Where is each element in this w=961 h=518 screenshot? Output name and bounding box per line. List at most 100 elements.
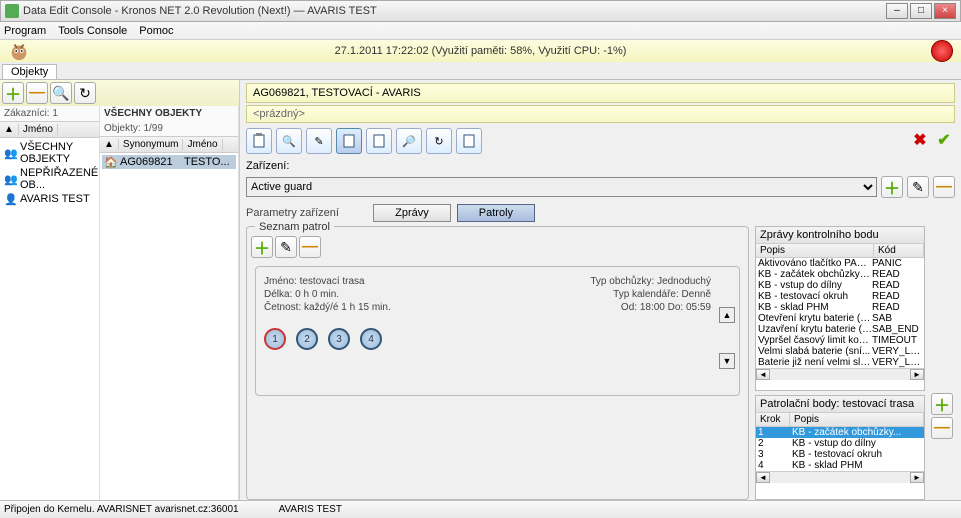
status-test: AVARIS TEST	[279, 504, 342, 515]
objects-count: Objekty: 1/99	[100, 121, 238, 136]
status-text: 27.1.2011 17:22:02 (Využití paměti: 58%,…	[335, 45, 627, 57]
message-row[interactable]: Uzavření krytu baterie (d...SAB_END	[756, 324, 924, 335]
object-subtitle: <prázdný>	[246, 105, 955, 123]
message-row[interactable]: Aktivováno tlačítko PANI...PANIC	[756, 258, 924, 269]
message-row[interactable]: KB - vstup do dílnyREAD	[756, 280, 924, 291]
col-syn[interactable]: Synonymum	[123, 139, 184, 150]
main-tabs: Objekty	[0, 62, 961, 80]
points-col-krok[interactable]: Krok	[756, 413, 790, 426]
patrol-node-2[interactable]: 2	[296, 328, 318, 350]
points-title: Patrolační body: testovací trasa	[756, 396, 924, 413]
statusbar: Připojen do Kernelu. AVARISNET avarisnet…	[0, 500, 961, 518]
patrol-edit[interactable]: ✎	[275, 236, 297, 258]
tab-objekty[interactable]: Objekty	[2, 64, 57, 79]
owl-icon	[8, 40, 30, 62]
app-icon	[5, 4, 19, 18]
tool-search[interactable]: 🔍	[276, 128, 302, 154]
main-toolbar: 🔍 ✎ 🔎 ↻ ✖ ✔	[246, 126, 955, 156]
scroll-right[interactable]: ►	[910, 369, 924, 380]
point-row[interactable]: 1KB - začátek obchůzky...	[756, 427, 924, 438]
message-row[interactable]: Otevření krytu baterie (a...SAB	[756, 313, 924, 324]
minimize-button[interactable]: –	[886, 3, 908, 19]
tool-clipboard2[interactable]	[336, 128, 362, 154]
patrol-down[interactable]: ▼	[719, 353, 735, 369]
device-remove[interactable]: —	[933, 176, 955, 198]
points-col-popis[interactable]: Popis	[790, 413, 924, 426]
confirm-button[interactable]: ✔	[933, 130, 955, 152]
tool-clipboard1[interactable]	[246, 128, 272, 154]
scroll-track[interactable]	[770, 369, 910, 380]
point-row[interactable]: 4KB - sklad PHM	[756, 460, 924, 471]
menubar: Program Tools Console Pomoc	[0, 22, 961, 40]
col-sort-icon[interactable]: ▲	[4, 124, 19, 135]
cancel-button[interactable]: ✖	[909, 130, 931, 152]
menu-help[interactable]: Pomoc	[139, 25, 173, 37]
tab-zpravy[interactable]: Zprávy	[373, 204, 451, 222]
col-name2[interactable]: Jméno	[187, 139, 222, 150]
messages-col-kod[interactable]: Kód	[874, 244, 924, 257]
tool-zoom[interactable]: 🔎	[396, 128, 422, 154]
patrol-remove[interactable]: —	[299, 236, 321, 258]
alarm-button[interactable]	[931, 40, 953, 62]
device-label: Zařízení:	[246, 160, 306, 172]
tool-edit[interactable]: ✎	[306, 128, 332, 154]
col-name[interactable]: Jméno	[23, 124, 58, 135]
tree-avaris[interactable]: 👤AVARIS TEST	[2, 192, 97, 206]
add-button[interactable]: ＋	[2, 82, 24, 104]
person-icon: 👤	[4, 193, 16, 205]
patrol-node-1[interactable]: 1	[264, 328, 286, 350]
point-add[interactable]: ＋	[931, 393, 953, 415]
right-panel: AG069821, TESTOVACÍ - AVARIS <prázdný> 🔍…	[240, 80, 961, 500]
message-row[interactable]: Vypršel časový limit kont...TIMEOUT	[756, 335, 924, 346]
tab-params[interactable]: Parametry zařízení	[246, 207, 339, 219]
points-panel: Patrolační body: testovací trasa KrokPop…	[755, 395, 925, 500]
maximize-button[interactable]: □	[910, 3, 932, 19]
col-sort-icon2[interactable]: ▲	[104, 139, 119, 150]
message-row[interactable]: Velmi slabá baterie (sní...VERY_LOW	[756, 346, 924, 357]
home-icon: 🏠	[104, 156, 116, 168]
customers-count: Zákazníci: 1	[0, 106, 99, 121]
point-remove[interactable]: —	[931, 417, 953, 439]
left-panel: ＋ — 🔍 ↻ Zákazníci: 1 ▲Jméno 👥VŠECHNY OBJ…	[0, 80, 240, 500]
tool-clipboard3[interactable]	[366, 128, 392, 154]
point-row[interactable]: 2KB - vstup do dílny	[756, 438, 924, 449]
remove-button[interactable]: —	[26, 82, 48, 104]
all-objects-label: VŠECHNY OBJEKTY	[104, 108, 202, 119]
tool-clipboard4[interactable]	[456, 128, 482, 154]
scroll-left[interactable]: ◄	[756, 369, 770, 380]
scroll-track2[interactable]	[770, 472, 910, 483]
scroll-left2[interactable]: ◄	[756, 472, 770, 483]
messages-title: Zprávy kontrolního bodu	[756, 227, 924, 244]
tab-patroly[interactable]: Patroly	[457, 204, 535, 222]
tree-unassigned[interactable]: 👥NEPŘIŘAZENÉ OB...	[2, 166, 97, 192]
scroll-right2[interactable]: ►	[910, 472, 924, 483]
menu-program[interactable]: Program	[4, 25, 46, 37]
menu-tools[interactable]: Tools Console	[58, 25, 127, 37]
patrol-list-title: Seznam patrol	[255, 220, 334, 234]
message-row[interactable]: Baterie již není velmi slabáVERY_LOW	[756, 357, 924, 368]
window-title: Data Edit Console - Kronos NET 2.0 Revol…	[23, 5, 886, 17]
object-title: AG069821, TESTOVACÍ - AVARIS	[246, 83, 955, 103]
search-button[interactable]: 🔍	[50, 82, 72, 104]
refresh-button[interactable]: ↻	[74, 82, 96, 104]
close-button[interactable]: ×	[934, 3, 956, 19]
device-select[interactable]: Active guard	[246, 177, 877, 197]
patrol-up[interactable]: ▲	[719, 307, 735, 323]
message-row[interactable]: KB - sklad PHMREAD	[756, 302, 924, 313]
point-row[interactable]: 3KB - testovací okruh	[756, 449, 924, 460]
group-icon: 👥	[4, 147, 16, 159]
device-add[interactable]: ＋	[881, 176, 903, 198]
device-edit[interactable]: ✎	[907, 176, 929, 198]
patrol-node-3[interactable]: 3	[328, 328, 350, 350]
tool-refresh[interactable]: ↻	[426, 128, 452, 154]
refresh-icon: ↻	[79, 85, 91, 102]
patrol-card[interactable]: Jméno: testovací trasa Délka: 0 h 0 min.…	[255, 266, 740, 396]
patrol-node-4[interactable]: 4	[360, 328, 382, 350]
search-icon: 🔍	[52, 85, 69, 102]
message-row[interactable]: KB - začátek obchůzky (v...READ	[756, 269, 924, 280]
message-row[interactable]: KB - testovací okruhREAD	[756, 291, 924, 302]
tree-all-objects[interactable]: 👥VŠECHNY OBJEKTY	[2, 140, 97, 166]
patrol-add[interactable]: ＋	[251, 236, 273, 258]
messages-col-popis[interactable]: Popis	[756, 244, 874, 257]
object-row[interactable]: 🏠 AG069821 TESTO...	[102, 155, 236, 169]
